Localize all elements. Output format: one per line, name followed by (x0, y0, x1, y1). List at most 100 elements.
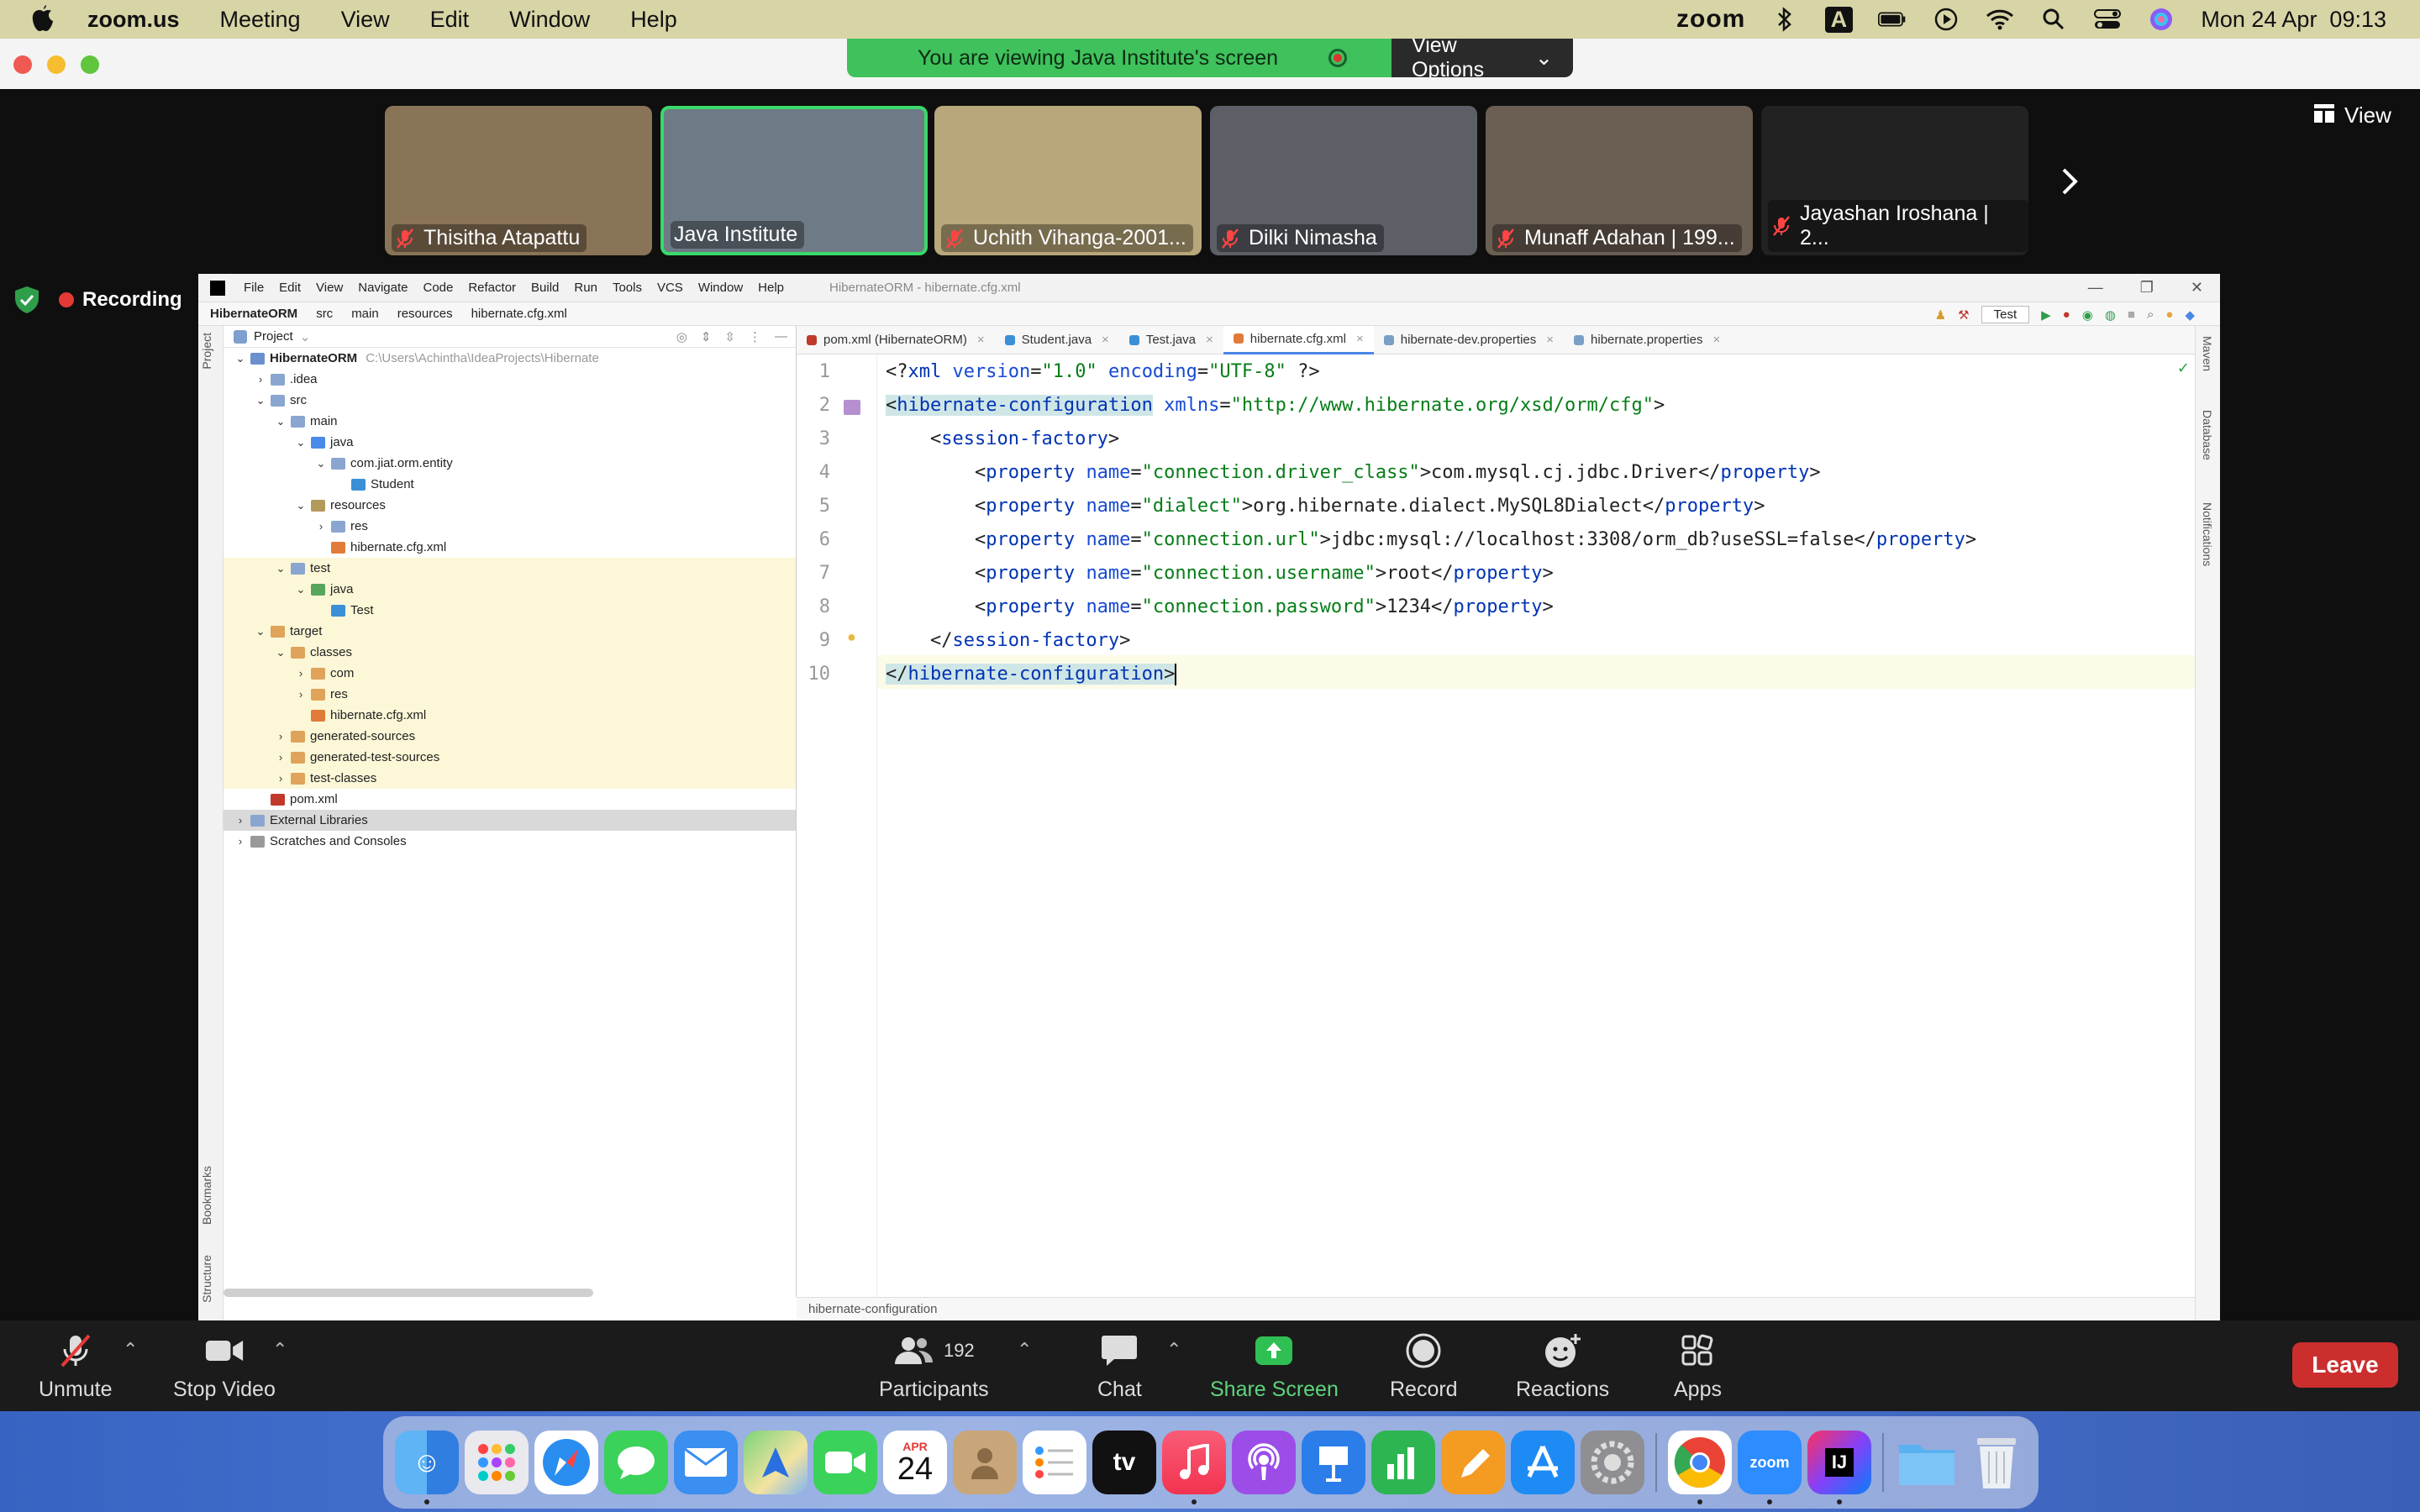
stop-icon[interactable]: ■ (2128, 307, 2135, 322)
editor-tab[interactable]: hibernate-dev.properties × (1374, 326, 1564, 354)
chevron-right-icon[interactable]: › (314, 520, 328, 533)
view-options-button[interactable]: View Options ⌄ (1392, 39, 1573, 77)
participant-video-tile[interactable]: Java Institute (660, 106, 928, 255)
code-line[interactable]: </session-factory> (886, 630, 1130, 651)
next-page-arrow-icon[interactable] (2057, 165, 2082, 198)
dock-system-settings-icon[interactable] (1581, 1431, 1644, 1494)
project-tree-item[interactable]: › res (224, 684, 796, 705)
close-tab-icon[interactable]: × (1206, 333, 1213, 347)
dock-intellij-icon[interactable]: IJ (1807, 1431, 1871, 1504)
ide-menu-code[interactable]: Code (423, 281, 453, 295)
chevron-right-icon[interactable]: › (234, 835, 247, 848)
dock-launchpad-icon[interactable] (465, 1431, 529, 1494)
ide-menu-tools[interactable]: Tools (613, 281, 642, 295)
zoom-status-item[interactable]: zoom (1676, 5, 1745, 34)
chat-caret-icon[interactable]: ⌃ (1166, 1339, 1181, 1361)
status-breadcrumb-label[interactable]: hibernate-configuration (808, 1302, 937, 1316)
share-screen-button[interactable]: Share Screen (1210, 1332, 1339, 1402)
chevron-down-icon[interactable]: ⌄ (294, 583, 308, 596)
project-tree-item[interactable]: › Scratches and Consoles (224, 831, 796, 852)
participants-caret-icon[interactable]: ⌃ (1017, 1339, 1032, 1361)
coverage-icon[interactable]: ◉ (2082, 307, 2093, 323)
project-tree-item[interactable]: ⌄ classes (224, 642, 796, 663)
dock-downloads-folder-icon[interactable] (1895, 1431, 1959, 1494)
video-options-caret-icon[interactable]: ⌃ (272, 1339, 287, 1361)
leave-meeting-button[interactable]: Leave (2292, 1342, 2398, 1388)
ide-menu-build[interactable]: Build (531, 281, 559, 295)
close-tab-icon[interactable]: × (1546, 333, 1554, 347)
dock-mail-icon[interactable] (674, 1431, 738, 1494)
breadcrumb-file[interactable]: hibernate.cfg.xml (471, 307, 567, 321)
dock-calendar-icon[interactable]: APR 24 (883, 1431, 947, 1494)
clock[interactable]: Mon 24 Apr 09:13 (2201, 7, 2386, 33)
now-playing-icon[interactable] (1932, 7, 1960, 32)
project-tree-item[interactable]: ⌄ HibernateORM C:\Users\Achintha\IdeaProje… (224, 348, 796, 369)
ide-menu-run[interactable]: Run (574, 281, 597, 295)
gallery-view-button[interactable]: View (2314, 102, 2391, 129)
project-tree-item[interactable]: › generated-sources (224, 726, 796, 747)
chevron-down-icon[interactable]: ⌄ (274, 646, 287, 659)
ide-menu-window[interactable]: Window (698, 281, 743, 295)
dock-finder-icon[interactable]: ☺ (395, 1431, 459, 1504)
code-line[interactable]: <property name="connection.password">123… (886, 596, 1554, 617)
dock-reminders-icon[interactable] (1023, 1431, 1086, 1494)
reactions-button[interactable]: Reactions (1516, 1332, 1609, 1402)
project-tool-tab[interactable]: Project (200, 333, 213, 370)
locate-icon[interactable]: ◎ (676, 329, 687, 344)
editor-tab[interactable]: pom.xml (HibernateORM) × (797, 326, 995, 354)
close-tab-icon[interactable]: × (977, 333, 985, 347)
project-tree-item[interactable]: › generated-test-sources (224, 747, 796, 768)
project-tree-item[interactable]: ⌄ com.jiat.orm.entity (224, 453, 796, 474)
project-tree-item[interactable]: › External Libraries (224, 810, 796, 831)
minimize-window-button[interactable] (47, 55, 66, 74)
restore-icon[interactable]: ❐ (2140, 279, 2154, 297)
chevron-down-icon[interactable]: ⌄ (274, 415, 287, 428)
dock-pages-icon[interactable] (1441, 1431, 1505, 1494)
dock-app-store-icon[interactable] (1511, 1431, 1575, 1494)
project-tree-item[interactable]: Student (224, 474, 796, 495)
debug-icon[interactable]: ● (2063, 307, 2070, 322)
breadcrumb-project[interactable]: HibernateORM (210, 307, 297, 321)
collapse-all-icon[interactable]: ⇳ (724, 329, 735, 344)
code-line[interactable]: <property name="connection.driver_class"… (886, 462, 1821, 483)
recording-indicator[interactable]: Recording (59, 288, 182, 312)
settings-icon[interactable]: ◆ (2185, 307, 2195, 323)
intention-bulb-icon[interactable]: ● (847, 628, 856, 646)
participant-video-tile[interactable]: Munaff Adahan | 199... (1486, 106, 1753, 255)
breadcrumb-resources[interactable]: resources (397, 307, 453, 321)
chevron-down-icon[interactable]: ⌄ (294, 499, 308, 512)
editor-tab[interactable]: Student.java × (995, 326, 1119, 354)
close-tab-icon[interactable]: × (1712, 333, 1720, 347)
project-tree-item[interactable]: › test-classes (224, 768, 796, 789)
structure-tool-tab[interactable]: Structure (200, 1255, 213, 1303)
chevron-right-icon[interactable]: › (274, 730, 287, 743)
ide-menu-help[interactable]: Help (758, 281, 784, 295)
chevron-down-icon[interactable]: ⌄ (314, 457, 328, 470)
gutter-bookmark-icon[interactable] (844, 400, 860, 415)
project-tree-item[interactable]: ⌄ java (224, 432, 796, 453)
search-icon[interactable]: ⌕ (2147, 307, 2154, 322)
menu-meeting[interactable]: Meeting (220, 7, 301, 33)
siri-icon[interactable] (2147, 7, 2175, 32)
user-icon[interactable]: ♟ (1935, 307, 1946, 323)
ide-menu-edit[interactable]: Edit (279, 281, 301, 295)
project-tree-item[interactable]: hibernate.cfg.xml (224, 705, 796, 726)
chevron-right-icon[interactable]: › (294, 667, 308, 680)
input-source-icon[interactable]: A (1824, 6, 1854, 33)
project-tree-item[interactable]: ⌄ java (224, 579, 796, 600)
chevron-down-icon[interactable]: ⌄ (294, 436, 308, 449)
run-config-select[interactable]: Test (1981, 306, 2030, 323)
breadcrumb-main[interactable]: main (351, 307, 379, 321)
spotlight-search-icon[interactable] (2039, 7, 2068, 32)
stop-video-button[interactable]: Stop Video (173, 1332, 276, 1402)
project-tree-item[interactable]: ⌄ main (224, 411, 796, 432)
dock-maps-icon[interactable] (744, 1431, 808, 1494)
zoom-window-button[interactable] (81, 55, 99, 74)
editor-tab[interactable]: hibernate.cfg.xml × (1223, 325, 1374, 354)
bookmarks-tool-tab[interactable]: Bookmarks (200, 1166, 213, 1225)
participant-video-tile[interactable]: Jayashan Iroshana | 2... (1761, 106, 2028, 255)
dock-trash-icon[interactable] (1965, 1431, 2028, 1494)
ide-menu-refactor[interactable]: Refactor (468, 281, 516, 295)
chevron-right-icon[interactable]: › (294, 688, 308, 701)
project-tree-item[interactable]: ⌄ resources (224, 495, 796, 516)
